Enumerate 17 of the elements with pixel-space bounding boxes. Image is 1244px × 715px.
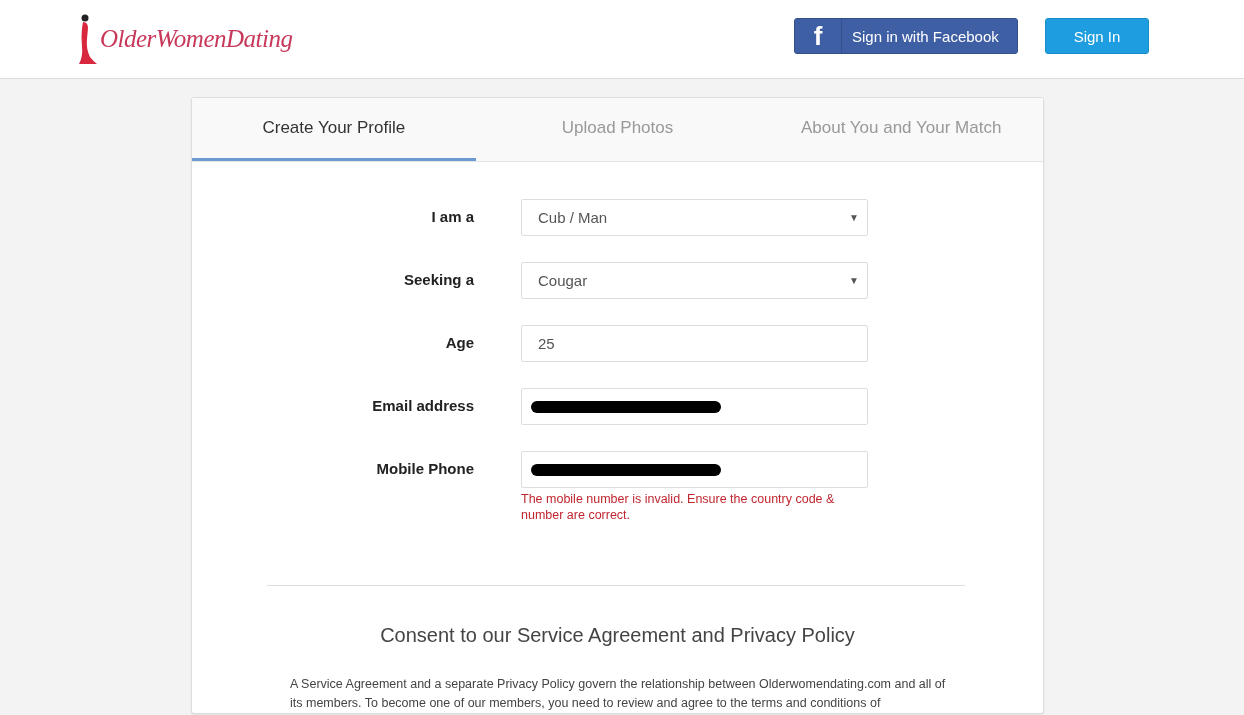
facebook-sign-in-button[interactable]: f Sign in with Facebook	[794, 18, 1018, 54]
consent-paragraph: A Service Agreement and a separate Privacy Policy govern the relationship between Olderwomendating.com and all of its members. To become one of our members, you need to review and agree to the terms and conditions of	[290, 676, 947, 713]
select-field[interactable]: Cub / Man ▼	[521, 199, 868, 236]
tab[interactable]: Create Your Profile	[192, 98, 476, 161]
field-label: Seeking a	[402, 270, 474, 288]
field-label: Age	[444, 333, 474, 351]
select-field[interactable]: Cougar ▼	[521, 262, 868, 299]
input-field[interactable]: 25	[521, 325, 868, 362]
input-field[interactable]	[521, 451, 868, 488]
field-label: Email address	[371, 396, 474, 414]
logo[interactable]: OlderWomenDating	[100, 25, 293, 53]
woman-figure-icon	[76, 13, 98, 65]
field-label: Mobile Phone	[375, 459, 474, 477]
field-label: I am a	[430, 207, 474, 225]
section-heading: Consent to our Service Agreement and Privacy Policy	[379, 624, 856, 648]
error-message: The mobile number is invalid. Ensure the country code & number are correct.	[521, 492, 836, 524]
input-field[interactable]	[521, 388, 868, 425]
